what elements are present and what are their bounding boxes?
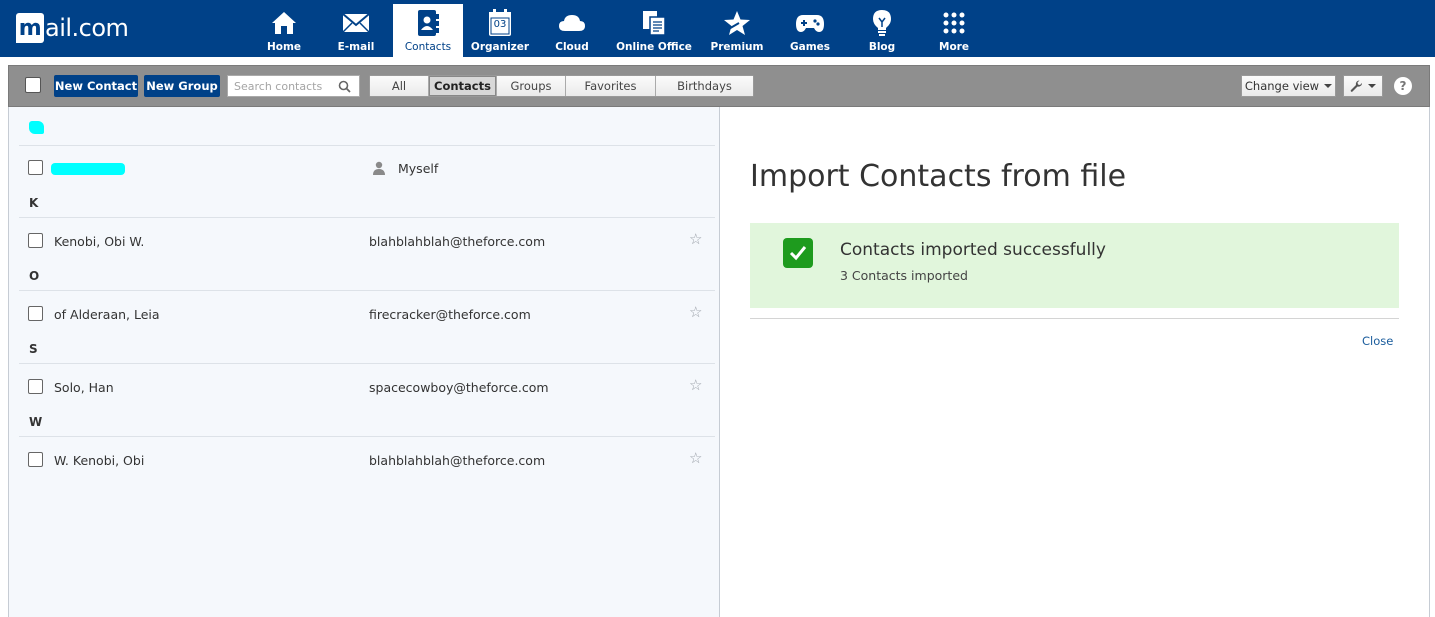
nav-email[interactable]: E-mail bbox=[320, 4, 392, 57]
nav-organizer[interactable]: 03 Organizer bbox=[464, 4, 536, 57]
settings-dropdown[interactable] bbox=[1343, 75, 1383, 97]
row-checkbox[interactable] bbox=[28, 160, 43, 175]
contact-email: firecracker@theforce.com bbox=[369, 307, 531, 322]
star-icon[interactable]: ☆ bbox=[689, 449, 702, 467]
search-icon[interactable] bbox=[338, 80, 351, 93]
nav-contacts[interactable]: Contacts bbox=[393, 4, 463, 57]
office-icon bbox=[639, 8, 669, 38]
section-letter-s: S bbox=[29, 342, 38, 356]
nav-games[interactable]: Games bbox=[774, 4, 846, 57]
nav-cloud-label: Cloud bbox=[555, 41, 589, 53]
import-title: Import Contacts from file bbox=[750, 159, 1127, 194]
nav-cloud[interactable]: Cloud bbox=[536, 4, 608, 57]
contact-name: Kenobi, Obi W. bbox=[54, 234, 145, 249]
gamepad-icon bbox=[795, 8, 825, 38]
help-icon[interactable]: ? bbox=[1394, 77, 1412, 95]
contact-email: spacecowboy@theforce.com bbox=[369, 380, 549, 395]
contact-row[interactable]: Solo, Han spacecowboy@theforce.com ☆ bbox=[19, 364, 715, 410]
nav-online-office[interactable]: Online Office bbox=[608, 4, 700, 57]
cloud-icon bbox=[557, 8, 587, 38]
contact-email: blahblahblah@theforce.com bbox=[369, 234, 546, 249]
lightbulb-icon bbox=[867, 8, 897, 38]
nav-more[interactable]: More bbox=[918, 4, 990, 57]
redacted-header-mark bbox=[29, 121, 44, 134]
star-icon[interactable]: ☆ bbox=[689, 303, 702, 321]
imported-count: 3 Contacts imported bbox=[840, 268, 968, 283]
calendar-day-number: 03 bbox=[493, 19, 507, 30]
nav-organizer-label: Organizer bbox=[470, 41, 530, 53]
nav-home[interactable]: Home bbox=[248, 4, 320, 57]
top-navigation-bar: m ail.com Home E-mail Contacts 03 Organi… bbox=[0, 0, 1435, 57]
chevron-down-icon bbox=[1368, 84, 1376, 88]
star-icon bbox=[722, 8, 752, 38]
nav-more-label: More bbox=[939, 41, 969, 53]
filter-favorites[interactable]: Favorites bbox=[566, 76, 656, 96]
panel-divider bbox=[750, 318, 1399, 319]
filter-birthdays[interactable]: Birthdays bbox=[656, 76, 753, 96]
home-icon bbox=[269, 8, 299, 38]
filter-all[interactable]: All bbox=[370, 76, 429, 96]
nav-email-label: E-mail bbox=[337, 41, 375, 53]
search-input[interactable] bbox=[228, 79, 338, 93]
person-icon bbox=[372, 160, 386, 179]
star-icon[interactable]: ☆ bbox=[689, 376, 702, 394]
contact-row[interactable]: W. Kenobi, Obi blahblahblah@theforce.com… bbox=[19, 437, 715, 483]
new-group-button[interactable]: New Group bbox=[144, 75, 220, 97]
contact-list: Myself K Kenobi, Obi W. blahblahblah@the… bbox=[8, 107, 720, 617]
logo-text: ail.com bbox=[45, 14, 129, 42]
contact-row-self[interactable]: Myself bbox=[19, 146, 715, 186]
nav-games-label: Games bbox=[789, 41, 831, 53]
row-checkbox[interactable] bbox=[28, 452, 43, 467]
section-letter-k: K bbox=[29, 196, 39, 210]
change-view-dropdown[interactable]: Change view bbox=[1241, 75, 1336, 97]
mail-icon bbox=[341, 8, 371, 38]
logo-m-mark: m bbox=[16, 13, 44, 43]
nav-premium-label: Premium bbox=[710, 41, 764, 53]
calendar-icon: 03 bbox=[485, 8, 515, 38]
contact-filter-tabs: All Contacts Groups Favorites Birthdays bbox=[369, 75, 754, 97]
select-all-checkbox[interactable] bbox=[25, 77, 41, 93]
row-checkbox[interactable] bbox=[28, 233, 43, 248]
import-success-message: Contacts imported successfully 3 Contact… bbox=[750, 223, 1399, 308]
checkmark-icon bbox=[783, 238, 813, 268]
nav-contacts-label: Contacts bbox=[404, 41, 452, 53]
search-contacts-field bbox=[227, 75, 360, 97]
new-contact-button[interactable]: New Contact bbox=[54, 75, 138, 97]
grid-icon bbox=[939, 8, 969, 38]
redacted-name bbox=[51, 163, 125, 175]
nav-blog[interactable]: Blog bbox=[846, 4, 918, 57]
star-icon[interactable]: ☆ bbox=[689, 230, 702, 248]
section-letter-w: W bbox=[29, 415, 43, 429]
wrench-icon bbox=[1350, 79, 1363, 93]
row-checkbox[interactable] bbox=[28, 306, 43, 321]
nav-online-office-label: Online Office bbox=[616, 41, 692, 53]
contact-email: blahblahblah@theforce.com bbox=[369, 453, 546, 468]
change-view-label: Change view bbox=[1244, 79, 1320, 93]
contacts-icon bbox=[413, 8, 443, 38]
nav-premium[interactable]: Premium bbox=[700, 4, 774, 57]
contact-row[interactable]: Kenobi, Obi W. blahblahblah@theforce.com… bbox=[19, 218, 715, 264]
nav-home-label: Home bbox=[266, 41, 302, 53]
mail-com-logo[interactable]: m ail.com bbox=[16, 10, 129, 46]
contact-name: of Alderaan, Leia bbox=[54, 307, 160, 322]
section-letter-o: O bbox=[29, 269, 40, 283]
import-panel: Import Contacts from file Contacts impor… bbox=[720, 107, 1430, 617]
contact-name: W. Kenobi, Obi bbox=[54, 453, 145, 468]
row-checkbox[interactable] bbox=[28, 379, 43, 394]
contact-name: Solo, Han bbox=[54, 380, 114, 395]
self-label: Myself bbox=[398, 161, 439, 176]
filter-groups[interactable]: Groups bbox=[497, 76, 566, 96]
main-nav: Home E-mail Contacts 03 Organizer Cloud … bbox=[248, 4, 990, 57]
close-link[interactable]: Close bbox=[1362, 334, 1393, 348]
contact-row[interactable]: of Alderaan, Leia firecracker@theforce.c… bbox=[19, 291, 715, 337]
chevron-down-icon bbox=[1324, 84, 1333, 88]
filter-contacts[interactable]: Contacts bbox=[429, 76, 497, 96]
success-title: Contacts imported successfully bbox=[840, 240, 1106, 260]
contacts-toolbar: New Contact New Group All Contacts Group… bbox=[8, 65, 1430, 107]
nav-blog-label: Blog bbox=[868, 41, 896, 53]
